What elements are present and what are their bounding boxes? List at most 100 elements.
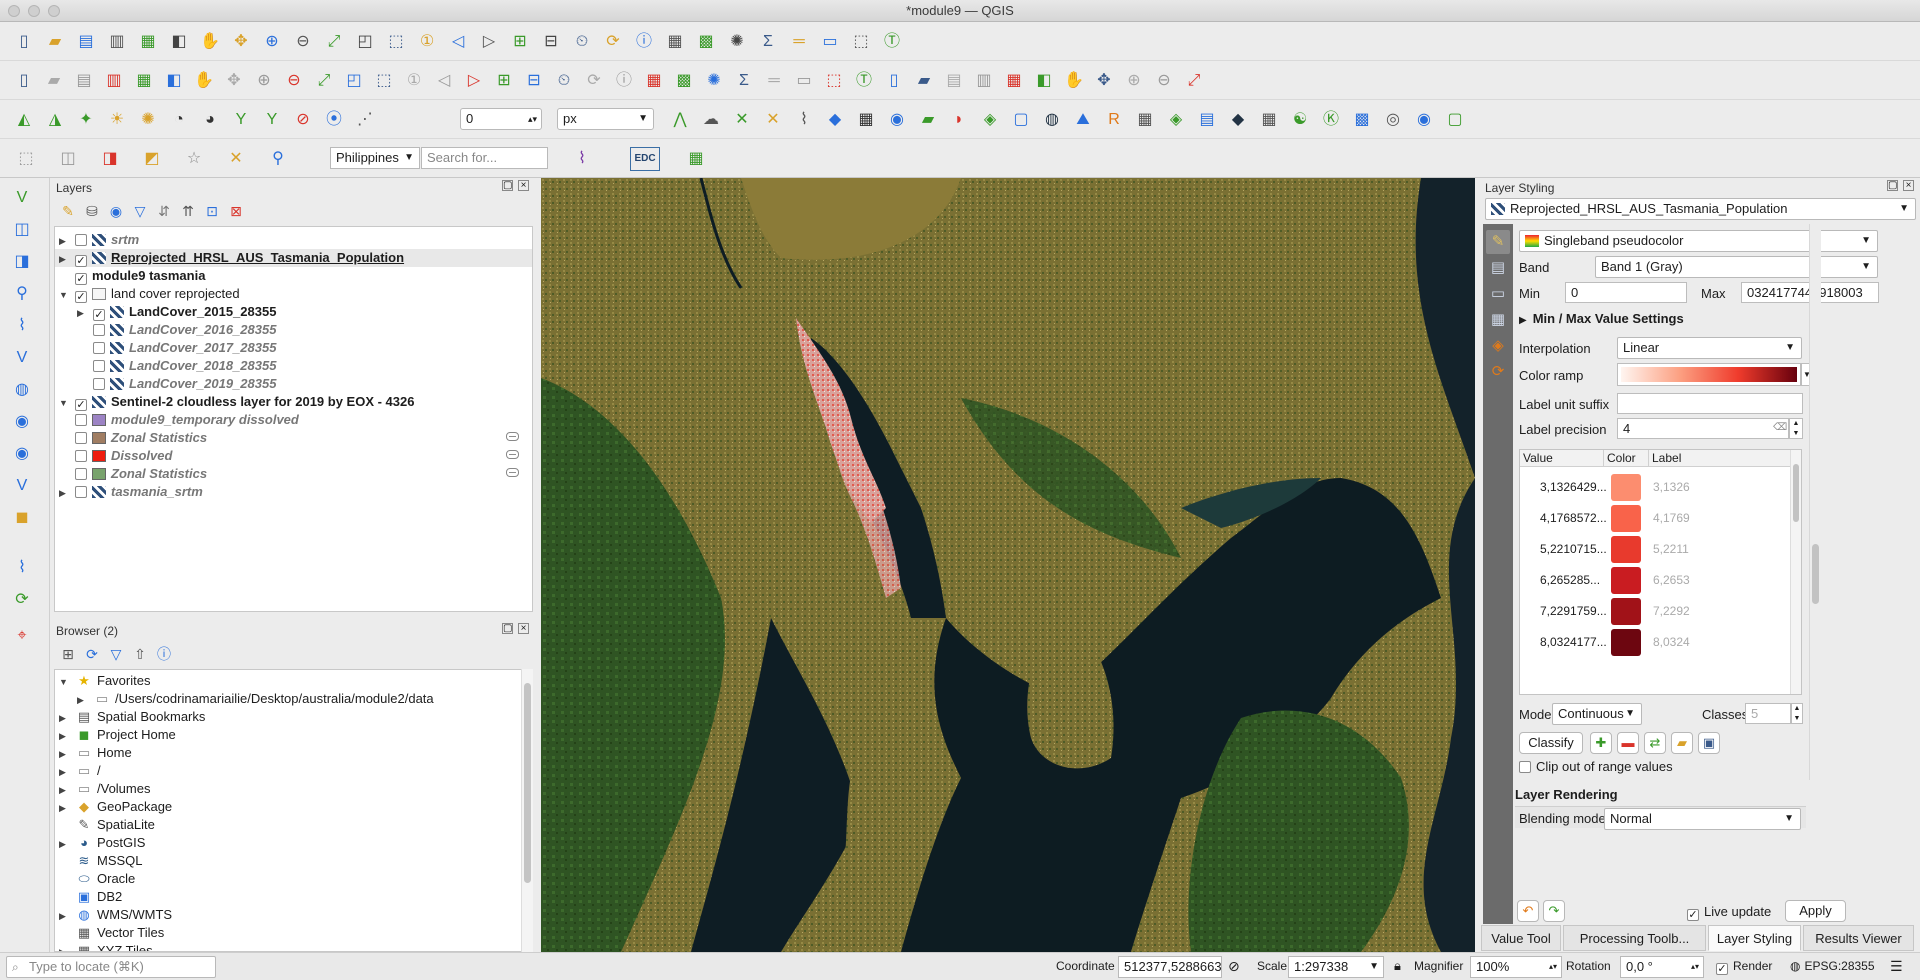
- minimize-window-button[interactable]: [28, 5, 40, 17]
- class-label[interactable]: 4,1769: [1653, 511, 1690, 525]
- float-panel-icon[interactable]: ▢: [502, 180, 513, 191]
- temporal-controller-icon[interactable]: ⏲: [570, 30, 594, 54]
- statistics-icon[interactable]: Σ: [756, 30, 780, 54]
- unit-select[interactable]: px ▼: [557, 108, 654, 130]
- plugin-tool-12-icon[interactable]: ◍: [1040, 108, 1064, 132]
- profile-tool-icon[interactable]: ⌇: [570, 147, 594, 171]
- checkbox-unchecked-icon[interactable]: [75, 468, 87, 480]
- digitize-tool-6-icon[interactable]: ◕: [198, 108, 222, 132]
- layers-toolbar-0-icon[interactable]: ✎: [58, 201, 78, 221]
- digitize-tool-2-icon[interactable]: ✦: [74, 108, 98, 132]
- tbrow2-tool-6-icon[interactable]: ✋: [192, 69, 216, 93]
- layer-item[interactable]: ✓ module9 tasmania: [59, 267, 529, 285]
- scale-select[interactable]: 1:297338 ▼: [1288, 956, 1384, 978]
- plugin-tool-16-icon[interactable]: ◈: [1164, 108, 1188, 132]
- digitize-tool-3-icon[interactable]: ☀: [105, 108, 129, 132]
- tbrow2-tool-31-icon[interactable]: ▤: [942, 69, 966, 93]
- plugin-tool-3-icon[interactable]: ✕: [761, 108, 785, 132]
- locator-search-input[interactable]: Search for...: [421, 147, 548, 169]
- map-canvas[interactable]: [541, 178, 1475, 952]
- browser-item[interactable]: ▶ ▭ /: [59, 762, 101, 780]
- selection-tool-0-icon[interactable]: ⬚: [14, 147, 38, 171]
- tbrow2-tool-30-icon[interactable]: ▰: [912, 69, 936, 93]
- digitize-tool-4-icon[interactable]: ✺: [136, 108, 160, 132]
- class-value[interactable]: 8,0324177...: [1540, 635, 1607, 649]
- layer-item[interactable]: Zonal Statistics —: [59, 465, 529, 483]
- class-label[interactable]: 7,2292: [1653, 604, 1690, 618]
- tbrow2-tool-8-icon[interactable]: ⊕: [252, 69, 276, 93]
- identify-icon[interactable]: ⓘ: [632, 30, 656, 54]
- tbrow2-tool-33-icon[interactable]: ▦: [1002, 69, 1026, 93]
- layer-item[interactable]: ▶ srtm: [59, 231, 529, 249]
- class-color-swatch[interactable]: [1611, 505, 1641, 532]
- browser-item[interactable]: ▶ ▦ XYZ Tiles: [59, 942, 153, 951]
- add-layer-tool-11-icon[interactable]: ⌇: [10, 556, 34, 580]
- browser-item[interactable]: ▶ ▤ Spatial Bookmarks: [59, 708, 205, 726]
- checkmark-icon[interactable]: ✓: [75, 291, 87, 303]
- layer-item[interactable]: Zonal Statistics —: [59, 429, 529, 447]
- tbrow2-tool-37-icon[interactable]: ⊕: [1122, 69, 1146, 93]
- dock-tab[interactable]: Results Viewer: [1803, 925, 1914, 951]
- close-panel-icon[interactable]: ×: [518, 180, 529, 191]
- float-panel-icon[interactable]: ▢: [1887, 180, 1898, 191]
- layer-select[interactable]: Reprojected_HRSL_AUS_Tasmania_Population…: [1485, 198, 1916, 220]
- layer-item[interactable]: LandCover_2017_28355: [77, 339, 529, 357]
- layer-item[interactable]: LandCover_2016_28355: [77, 321, 529, 339]
- add-class-button[interactable]: ✚: [1590, 732, 1612, 754]
- tbrow2-tool-5-icon[interactable]: ◧: [162, 69, 186, 93]
- tbrow2-tool-17-icon[interactable]: ⊟: [522, 69, 546, 93]
- class-row[interactable]: 6,265285... 6,2653: [1520, 565, 1790, 596]
- browser-item[interactable]: ✎ SpatiaLite: [59, 816, 155, 834]
- browser-item[interactable]: ▶ ▭ /Users/codrinamariailie/Desktop/austra…: [77, 690, 434, 708]
- expand-arrow-icon[interactable]: ▶: [77, 304, 87, 322]
- tbrow2-tool-7-icon[interactable]: ✥: [222, 69, 246, 93]
- plugin-tool-25-icon[interactable]: ▢: [1443, 108, 1467, 132]
- map-tips-icon[interactable]: ▭: [818, 30, 842, 54]
- tbrow2-tool-34-icon[interactable]: ◧: [1032, 69, 1056, 93]
- export-colormap-button[interactable]: ▣: [1698, 732, 1720, 754]
- layers-toolbar-4-icon[interactable]: ⇵: [154, 201, 174, 221]
- checkbox-unchecked-icon[interactable]: [75, 450, 87, 462]
- refresh-icon[interactable]: ⟳: [601, 30, 625, 54]
- print-layout-icon[interactable]: ▦: [136, 30, 160, 54]
- tbrow2-tool-2-icon[interactable]: ▤: [72, 69, 96, 93]
- clear-icon[interactable]: ⌫: [1773, 422, 1787, 433]
- tbrow2-tool-32-icon[interactable]: ▥: [972, 69, 996, 93]
- class-row[interactable]: 7,2291759... 7,2292: [1520, 596, 1790, 627]
- plugin-tool-6-icon[interactable]: ▦: [854, 108, 878, 132]
- browser-item[interactable]: ▶ ▭ /Volumes: [59, 780, 150, 798]
- label-column-header[interactable]: Label: [1648, 450, 1681, 467]
- plugin-tool-11-icon[interactable]: ▢: [1009, 108, 1033, 132]
- selection-tool-1-icon[interactable]: ◫: [56, 147, 80, 171]
- styling-tab-5-icon[interactable]: ⟳: [1486, 360, 1510, 384]
- zoom-full-icon[interactable]: ⤢: [322, 30, 346, 54]
- field-calculator-icon[interactable]: ▩: [694, 30, 718, 54]
- attribute-table-icon[interactable]: ▦: [663, 30, 687, 54]
- layer-notes-icon[interactable]: —: [506, 432, 519, 441]
- band-select[interactable]: Band 1 (Gray) ▼: [1595, 256, 1878, 278]
- checkmark-icon[interactable]: ✓: [75, 255, 87, 267]
- messages-icon[interactable]: ☰: [1890, 953, 1903, 979]
- tbrow2-tool-11-icon[interactable]: ◰: [342, 69, 366, 93]
- tbrow2-tool-16-icon[interactable]: ⊞: [492, 69, 516, 93]
- digitize-tool-1-icon[interactable]: ◮: [43, 108, 67, 132]
- expand-arrow-icon[interactable]: ▶: [77, 691, 87, 709]
- class-color-swatch[interactable]: [1611, 474, 1641, 501]
- browser-toolbar-3-icon[interactable]: ⇧: [130, 644, 150, 664]
- styling-tab-3-icon[interactable]: ▦: [1486, 308, 1510, 332]
- checkmark-icon[interactable]: ✓: [75, 399, 87, 411]
- magnifier-input[interactable]: 100% ▴▾: [1470, 956, 1562, 978]
- tbrow2-tool-21-icon[interactable]: ▦: [642, 69, 666, 93]
- browser-item[interactable]: ▣ DB2: [59, 888, 122, 906]
- browser-item[interactable]: ⬭ Oracle: [59, 870, 135, 888]
- checkbox-unchecked-icon[interactable]: [75, 432, 87, 444]
- blending-mode-select[interactable]: Normal ▼: [1604, 808, 1801, 830]
- browser-item[interactable]: ▼ ★ Favorites: [59, 672, 150, 690]
- tbrow2-tool-23-icon[interactable]: ✺: [702, 69, 726, 93]
- locator-input[interactable]: ⌕ Type to locate (⌘K): [6, 956, 216, 978]
- expand-arrow-icon[interactable]: ▶: [59, 907, 69, 925]
- digitize-tool-0-icon[interactable]: ◭: [12, 108, 36, 132]
- tbrow2-tool-27-icon[interactable]: ⬚: [822, 69, 846, 93]
- tbrow2-tool-39-icon[interactable]: ⤢: [1182, 69, 1206, 93]
- zoom-in-icon[interactable]: ⊕: [260, 30, 284, 54]
